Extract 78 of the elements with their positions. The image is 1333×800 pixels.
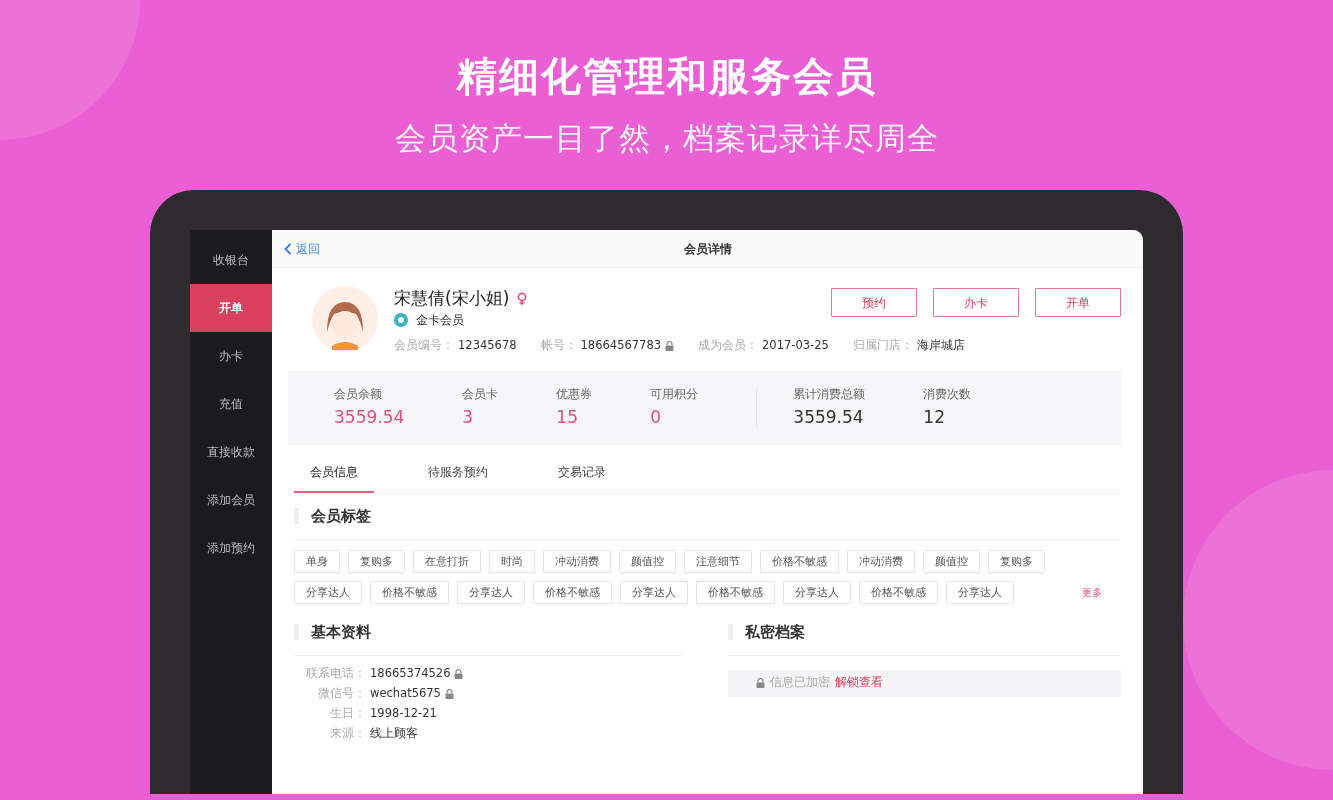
field-label: 会员编号：: [394, 337, 454, 355]
tag-chip[interactable]: 分享达人: [294, 580, 362, 604]
tab[interactable]: 待服务预约: [412, 454, 504, 493]
tag-chip[interactable]: 分享达人: [946, 580, 1014, 604]
tag-chip[interactable]: 单身: [294, 549, 340, 573]
tag-chip[interactable]: 在意打折: [413, 549, 481, 573]
stat-label: 优惠券: [556, 385, 593, 403]
field-label: 联系电话：: [305, 664, 366, 682]
chevron-icon: [284, 242, 292, 255]
tab[interactable]: 会员信息: [294, 454, 374, 493]
field-value: wechat5675: [370, 684, 441, 702]
field-label: 归属门店：: [852, 337, 913, 355]
stat-label: 累计消费总额: [793, 385, 866, 403]
stat-label: 可用积分: [650, 385, 699, 403]
tag-chip[interactable]: 分享达人: [620, 580, 688, 604]
more-link[interactable]: 更多: [1082, 584, 1102, 600]
stat-label: 消费次数: [923, 385, 972, 403]
lock-icon: [756, 677, 765, 688]
section-title: 私密档案: [745, 621, 805, 643]
tag-chip[interactable]: 分享达人: [457, 580, 525, 604]
stat-value: 12: [923, 405, 946, 429]
field-value: 2017-03-25: [762, 337, 829, 355]
stat-value: 0: [650, 405, 663, 429]
field-label: 帐号：: [540, 337, 577, 355]
tag-chip[interactable]: 注意细节: [684, 549, 752, 573]
sidebar-item[interactable]: 充值: [190, 380, 272, 429]
tag-chip[interactable]: 价格不敏感: [533, 580, 612, 604]
stat-value: 3: [462, 405, 475, 429]
headline: 精细化管理和服务会员: [456, 52, 877, 100]
badge-icon: [394, 313, 408, 328]
action-button[interactable]: 办卡: [933, 288, 1019, 318]
field-value: 1998-12-21: [370, 704, 437, 722]
sidebar-item[interactable]: 直接收款: [190, 428, 272, 477]
sidebar-item[interactable]: 办卡: [190, 332, 272, 381]
tag-chip[interactable]: 价格不敏感: [760, 549, 839, 573]
tag-chip[interactable]: 价格不敏感: [696, 580, 775, 604]
field-label: 生日：: [329, 704, 366, 722]
tag-chip[interactable]: 冲动消费: [543, 549, 611, 573]
tag-chip[interactable]: 冲动消费: [847, 549, 915, 573]
section-title: 会员标签: [311, 505, 371, 527]
stat-label: 会员卡: [462, 385, 499, 403]
field-label: 成为会员：: [698, 337, 759, 355]
field-label: 微信号：: [317, 684, 366, 702]
tag-chip[interactable]: 分享达人: [783, 580, 851, 604]
tag-chip[interactable]: 复购多: [988, 549, 1045, 573]
tab[interactable]: 交易记录: [542, 454, 622, 493]
avatar-icon: [312, 286, 378, 353]
stat-value: 3559.54: [334, 405, 405, 429]
member-name: 宋慧倩(宋小姐): [394, 287, 510, 311]
sidebar-item[interactable]: 收银台: [190, 236, 272, 285]
stat-value: 15: [556, 405, 579, 429]
notice-text: 信息已加密: [770, 674, 830, 692]
tag-chip[interactable]: 价格不敏感: [370, 580, 449, 604]
field-label: 来源：: [329, 724, 366, 742]
unlock-link[interactable]: 解锁查看: [835, 674, 883, 692]
tag-chip[interactable]: 复购多: [348, 549, 405, 573]
page-title: 会员详情: [683, 240, 732, 258]
stat-value: 3559.54: [793, 405, 865, 429]
tag-chip[interactable]: 时尚: [489, 549, 535, 573]
tag-chip[interactable]: 价格不敏感: [859, 580, 938, 604]
stat-label: 会员余额: [334, 385, 383, 403]
field-value: 12345678: [458, 337, 517, 355]
action-button[interactable]: 开单: [1035, 288, 1121, 318]
sidebar-item[interactable]: 开单: [190, 284, 272, 333]
tag-chip[interactable]: 颜值控: [619, 549, 676, 573]
back-button[interactable]: 返回: [284, 239, 320, 258]
member-level: 金卡会员: [416, 312, 464, 330]
tag-chip[interactable]: 颜值控: [923, 549, 980, 573]
sidebar-item[interactable]: 添加会员: [190, 476, 272, 525]
section-title: 基本资料: [311, 621, 371, 643]
field-value: 海岸城店: [916, 337, 965, 355]
action-button[interactable]: 预约: [831, 288, 917, 318]
field-value: 线上顾客: [370, 724, 418, 742]
field-value: 18664567783: [580, 337, 662, 355]
sidebar-item[interactable]: 添加预约: [190, 524, 272, 573]
female-icon: [517, 292, 528, 307]
subheadline: 会员资产一目了然，档案记录详尽周全: [394, 119, 939, 158]
field-value: 18665374526: [370, 664, 451, 682]
